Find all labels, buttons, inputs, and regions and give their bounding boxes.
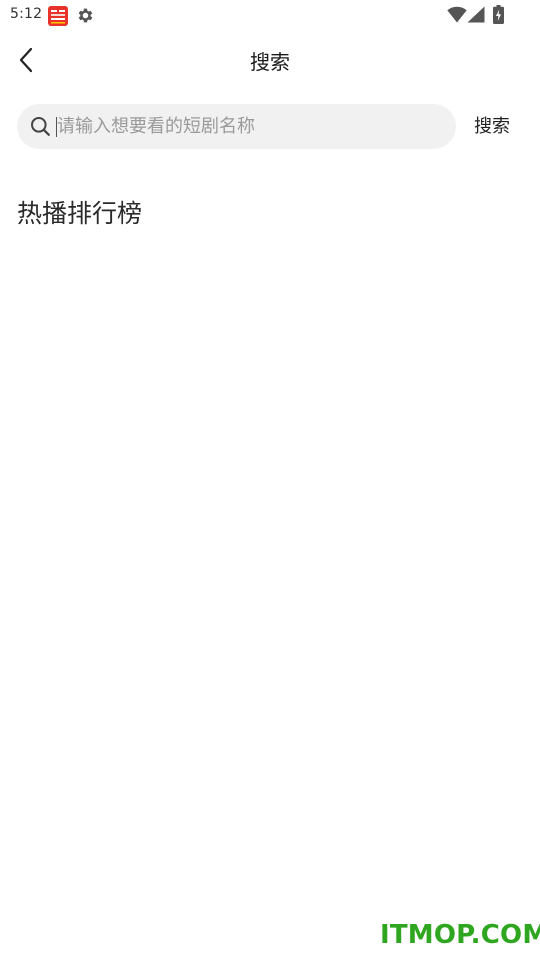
search-input[interactable] (55, 104, 445, 149)
search-box[interactable] (17, 104, 456, 149)
hot-ranking-title: 热播排行榜 (17, 199, 143, 228)
cellular-signal-icon (467, 6, 485, 23)
settings-gear-icon (78, 8, 93, 23)
text-caret (56, 117, 57, 137)
status-time: 5:12 (10, 6, 43, 22)
search-icon (31, 117, 50, 136)
watermark-text: ITMOP.COM (380, 920, 540, 950)
header: 搜索 (0, 30, 540, 90)
wifi-icon (447, 6, 467, 23)
page-title: 搜索 (250, 50, 290, 74)
battery-charging-icon (493, 5, 504, 24)
status-bar: 5:12 (0, 0, 540, 30)
app-notification-icon (48, 6, 68, 26)
search-button[interactable]: 搜索 (466, 104, 518, 149)
